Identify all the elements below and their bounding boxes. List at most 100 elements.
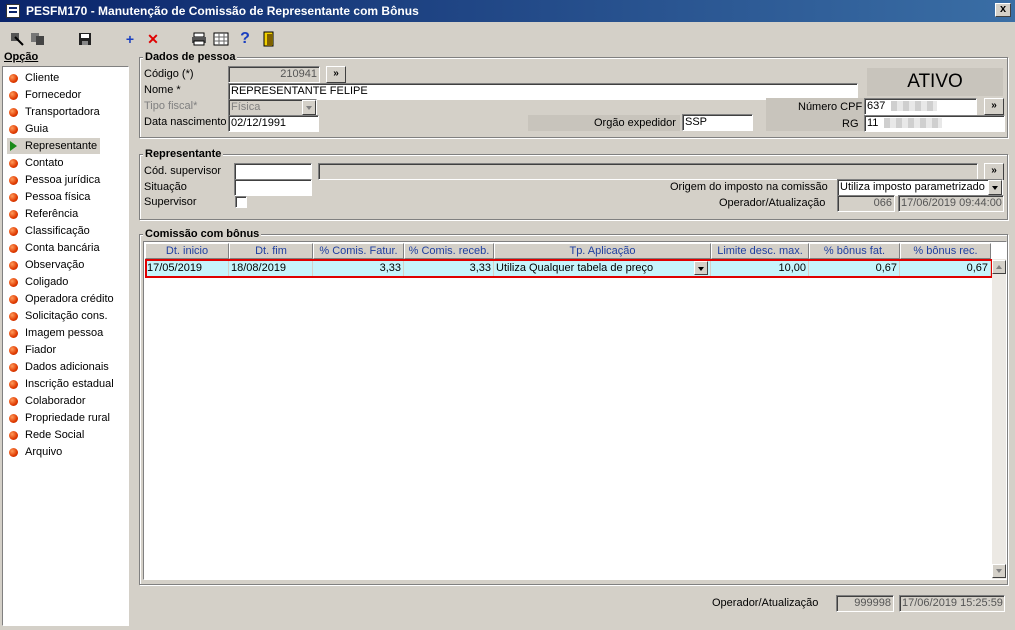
col-header-dt-inicio[interactable]: Dt. inicio xyxy=(145,243,229,259)
sidebar-item-label: Contato xyxy=(25,157,64,169)
sidebar-item-propriedade-rural[interactable]: Propriedade rural xyxy=(9,410,110,426)
codigo-lookup-button[interactable]: » xyxy=(326,66,346,83)
sidebar-item-label: Coligado xyxy=(25,276,69,288)
sidebar-item-conta-bancaria[interactable]: Conta bancária xyxy=(9,240,100,256)
sidebar-item-contato[interactable]: Contato xyxy=(9,155,64,171)
sidebar-item-operadora-credito[interactable]: Operadora crédito xyxy=(9,291,114,307)
help-icon[interactable]: ? xyxy=(236,30,254,48)
delete-icon[interactable]: ✕ xyxy=(144,30,162,48)
cpf-lookup-button[interactable]: » xyxy=(984,98,1004,115)
sidebar-item-label: Pessoa física xyxy=(25,191,91,203)
sidebar-item-imagem-pessoa[interactable]: Imagem pessoa xyxy=(9,325,103,341)
title-bar: PESFM170 - Manutenção de Comissão de Rep… xyxy=(0,0,1015,22)
scroll-down-icon[interactable] xyxy=(992,564,1006,578)
bullet-icon xyxy=(9,294,18,304)
sidebar-item-label: Representante xyxy=(25,140,98,152)
col-header-limite-desc[interactable]: Limite desc. max. xyxy=(711,243,809,259)
sidebar-item-label: Referência xyxy=(25,208,79,220)
copy-icon[interactable] xyxy=(29,30,47,48)
cpf-label: Número CPF xyxy=(798,101,863,113)
col-header-bonus-rec[interactable]: % bônus rec. xyxy=(900,243,991,259)
sidebar-item-colaborador[interactable]: Colaborador xyxy=(9,393,86,409)
col-header-bonus-fat[interactable]: % bônus fat. xyxy=(809,243,900,259)
supervisor-name-field xyxy=(318,163,978,180)
sidebar-item-solicitacao-cons[interactable]: Solicitação cons. xyxy=(9,308,108,324)
sidebar-item-rede-social[interactable]: Rede Social xyxy=(9,427,84,443)
col-header-comis-receb[interactable]: % Comis. receb. xyxy=(404,243,494,259)
sidebar-item-label: Fornecedor xyxy=(25,89,82,101)
chevron-down-icon[interactable] xyxy=(988,180,1002,195)
scroll-up-icon[interactable] xyxy=(992,260,1006,274)
cut-icon[interactable] xyxy=(8,30,26,48)
bullet-icon xyxy=(9,413,18,423)
sidebar-item-label: Colaborador xyxy=(25,395,86,407)
col-header-dt-fim[interactable]: Dt. fim xyxy=(229,243,313,259)
sidebar-item-label: Dados adicionais xyxy=(25,361,109,373)
sidebar-item-label: Operadora crédito xyxy=(25,293,114,305)
col-header-comis-fatur[interactable]: % Comis. Fatur. xyxy=(313,243,404,259)
bullet-icon xyxy=(9,345,18,355)
redacted-rg xyxy=(884,118,943,129)
bullet-icon xyxy=(9,379,18,389)
bullet-icon xyxy=(9,124,18,134)
add-icon[interactable]: + xyxy=(121,30,139,48)
bullet-icon xyxy=(9,328,18,338)
sidebar-item-pessoa-fisica[interactable]: Pessoa física xyxy=(9,189,90,205)
cod-supervisor-label: Cód. supervisor xyxy=(144,165,222,177)
grid-icon[interactable] xyxy=(212,30,230,48)
orgao-expedidor-field[interactable]: SSP xyxy=(682,114,753,131)
sidebar-item-representante[interactable]: Representante xyxy=(7,138,101,154)
atualizacao-field: 17/06/2019 09:44:00 xyxy=(898,195,1004,212)
save-icon[interactable] xyxy=(76,30,94,48)
toolbar: + ✕ ? xyxy=(0,26,1015,50)
sidebar-item-dados-adicionais[interactable]: Dados adicionais xyxy=(9,359,109,375)
operador-label: Operador/Atualização xyxy=(719,197,826,209)
sidebar-item-fiador[interactable]: Fiador xyxy=(9,342,56,358)
sidebar-item-guia[interactable]: Guia xyxy=(9,121,48,137)
supervisor-lookup-button[interactable]: » xyxy=(984,163,1004,180)
sidebar-item-inscricao-estadual[interactable]: Inscrição estadual xyxy=(9,376,114,392)
data-nascimento-field[interactable]: 02/12/1991 xyxy=(228,115,319,132)
bullet-icon xyxy=(9,243,18,253)
sidebar-item-arquivo[interactable]: Arquivo xyxy=(9,444,62,460)
vertical-scrollbar[interactable] xyxy=(992,259,1006,579)
situacao-field[interactable] xyxy=(234,179,312,196)
comissao-grid[interactable]: Dt. inicio Dt. fim % Comis. Fatur. % Com… xyxy=(143,241,1007,580)
sidebar-item-label: Solicitação cons. xyxy=(25,310,108,322)
sidebar-item-label: Transportadora xyxy=(25,106,100,118)
close-button[interactable]: x xyxy=(995,3,1011,17)
origem-imposto-select[interactable]: Utiliza imposto parametrizado xyxy=(837,179,1003,196)
bullet-icon xyxy=(9,192,18,202)
bullet-icon xyxy=(9,90,18,100)
sidebar-item-observacao[interactable]: Observação xyxy=(9,257,84,273)
bullet-icon xyxy=(9,430,18,440)
cpf-value: 637 xyxy=(867,100,886,112)
sidebar-item-classificacao[interactable]: Classificação xyxy=(9,223,90,239)
status-badge: ATIVO xyxy=(866,67,1004,97)
sidebar-item-coligado[interactable]: Coligado xyxy=(9,274,68,290)
print-icon[interactable] xyxy=(190,30,208,48)
rg-field[interactable]: 11 xyxy=(864,115,1005,132)
app-icon xyxy=(6,4,20,18)
cpf-field[interactable]: 637 xyxy=(864,98,977,115)
tipo-fiscal-select: Física xyxy=(228,99,317,116)
rg-value: 11 xyxy=(867,117,879,129)
supervisor-checkbox[interactable] xyxy=(235,196,247,208)
bullet-icon xyxy=(9,226,18,236)
orgao-expedidor-label: Orgão expedidor xyxy=(594,117,676,129)
sidebar-item-label: Propriedade rural xyxy=(25,412,110,424)
sidebar-item-referencia[interactable]: Referência xyxy=(9,206,78,222)
sidebar-title: Opção xyxy=(4,51,39,63)
sidebar-item-transportadora[interactable]: Transportadora xyxy=(9,104,100,120)
col-header-tp-aplicacao[interactable]: Tp. Aplicação xyxy=(494,243,711,259)
sidebar-item-fornecedor[interactable]: Fornecedor xyxy=(9,87,81,103)
codigo-field[interactable]: 210941 xyxy=(228,66,320,83)
nome-field[interactable]: REPRESENTANTE FELIPE xyxy=(228,83,858,100)
cod-supervisor-field[interactable] xyxy=(234,163,312,180)
sidebar-item-pessoa-juridica[interactable]: Pessoa jurídica xyxy=(9,172,100,188)
exit-icon[interactable] xyxy=(260,30,278,48)
sidebar-item-cliente[interactable]: Cliente xyxy=(9,70,59,86)
sidebar-item-label: Conta bancária xyxy=(25,242,100,254)
dados-pessoa-title: Dados de pessoa xyxy=(143,51,238,63)
footer-operador-field: 999998 xyxy=(836,595,894,612)
